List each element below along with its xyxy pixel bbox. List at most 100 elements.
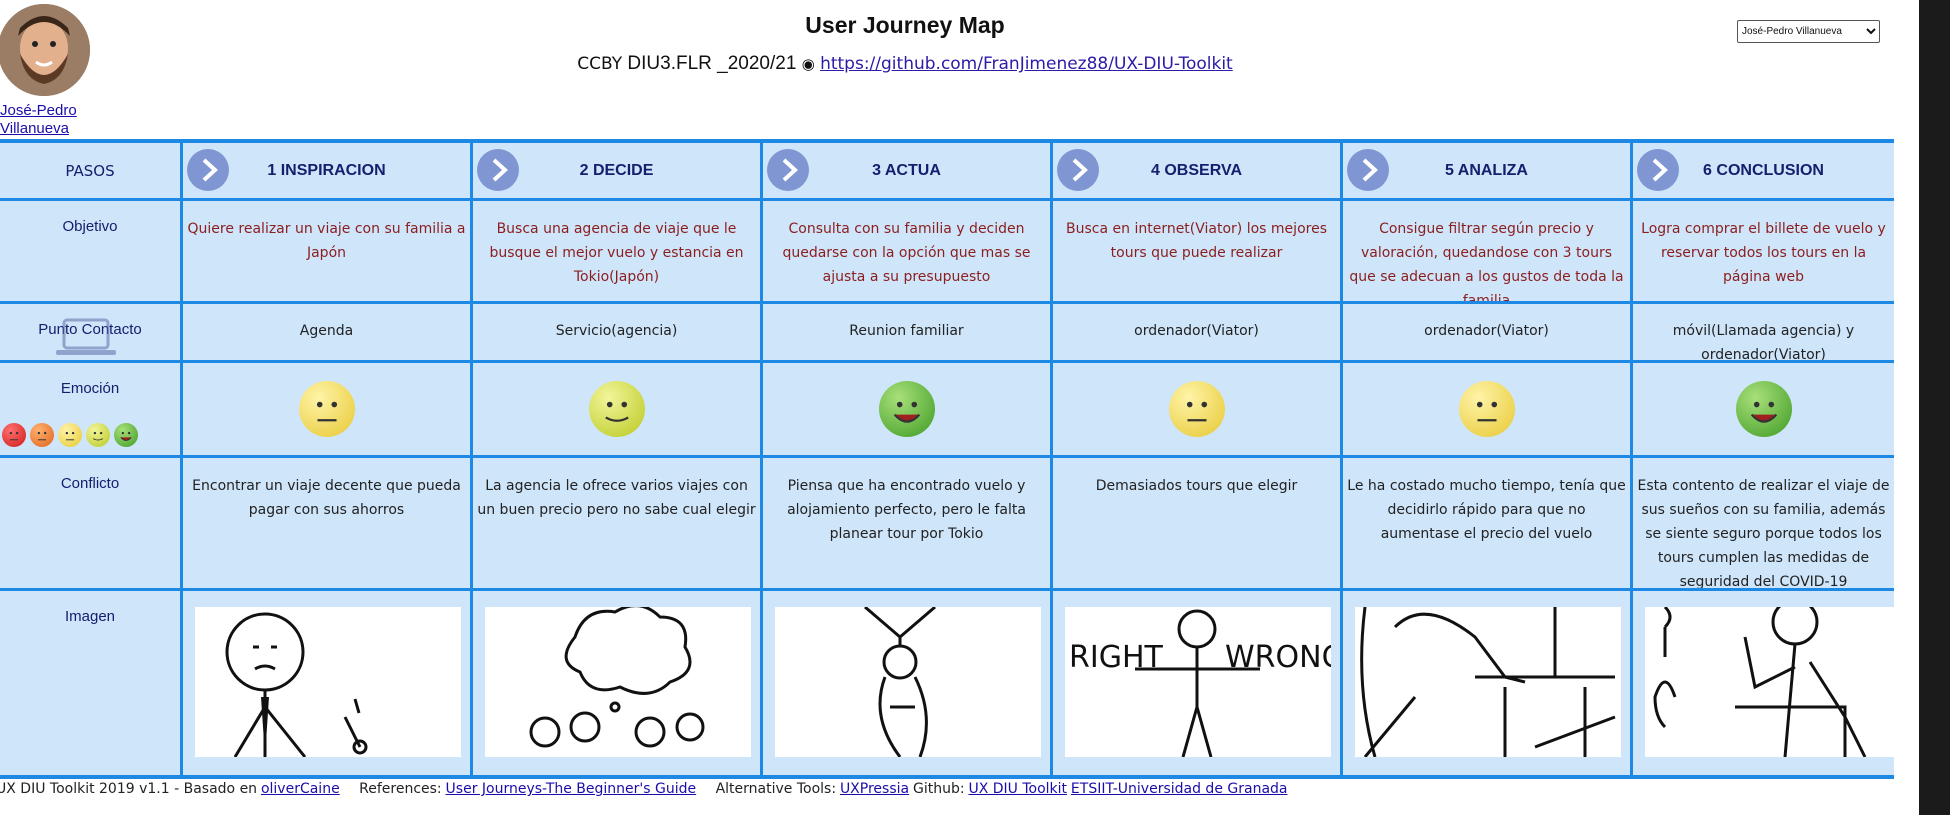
footer-github-label: Github: [912,781,965,797]
grid-cell: ordenador(Viator) [1343,304,1630,360]
step-objective: Busca en internet(Viator) los mejores to… [1066,221,1327,261]
page-subtitle: CCBY DIU3.FLR _2020/21 ◉ https://github.… [0,53,1810,75]
grid-cell [1633,591,1894,775]
row-label-text: Emoción [60,380,120,397]
grid-cell [1633,363,1894,455]
chevron-right-icon[interactable] [1637,149,1679,191]
page-title: User Journey Map [805,12,1005,38]
emotion-happy-icon [1735,381,1792,437]
scrollbar[interactable] [1919,0,1950,815]
step-header-5[interactable]: 5 ANALIZA [1343,143,1630,198]
grid-cell: Busca una agencia de viaje que le busque… [473,201,760,301]
user-profile-link[interactable]: José-Pedro Villanueva [0,102,80,138]
grid-cell: Consigue filtrar según precio y valoraci… [1343,201,1630,301]
step-conflict: Demasiados tours que elegir [1095,478,1298,494]
step-conflict: Esta contento de realizar el viaje de su… [1637,478,1890,588]
emotion-neutral-icon [1168,381,1225,437]
course-label: DIU3.FLR _2020/21 [627,53,797,74]
step-header-1[interactable]: 1 INSPIRACION [183,143,470,198]
grid-cell [183,591,470,775]
step-contact: móvil(Llamada agencia) y ordenador(Viato… [1672,323,1855,360]
step-contact: Reunion familiar [849,323,964,339]
step-header-3[interactable]: 3 ACTUA [763,143,1050,198]
step-contact: Servicio(agencia) [555,323,678,339]
step-illustration-right-wrong-figure: RIGHTWRONG [1065,607,1340,758]
row-label-text: Conflicto [60,475,120,492]
row-label-imagen: Imagen [0,591,180,775]
emotion-scale-angry-icon [2,423,26,447]
step-conflict: Piensa que ha encontrado vuelo y alojami… [787,478,1026,542]
step-header-4[interactable]: 4 OBSERVA [1053,143,1340,198]
grid-cell: Servicio(agencia) [473,304,760,360]
footer-credit: UX DIU Toolkit 2019 v1.1 - Basado en [0,781,258,797]
row-label-pasos: PASOS [0,143,180,198]
step-header-2[interactable]: 2 DECIDE [473,143,760,198]
emotion-scale-happy-icon [114,423,138,447]
emotion-content-icon [588,381,645,437]
grid-cell: Agenda [183,304,470,360]
grid-cell [763,591,1050,775]
footer-link-user-journeys[interactable]: User Journeys-The Beginner's Guide [446,781,697,797]
grid-cell [473,363,760,455]
chevron-right-icon[interactable] [477,149,519,191]
step-illustration-hanging-figure [775,605,1041,758]
grid-cell [1343,363,1630,455]
footer: UX DIU Toolkit 2019 v1.1 - Basado en oli… [0,780,1890,802]
row-label-objetivo: Objetivo [0,201,180,301]
grid-cell [763,363,1050,455]
emotion-neutral-icon [298,381,355,437]
row-label-conflicto: Conflicto [0,458,180,588]
grid-cell: Encontrar un viaje decente que pueda pag… [183,458,470,588]
grid-cell: Busca en internet(Viator) los mejores to… [1053,201,1340,301]
emotion-scale-neutral-icon [58,423,82,447]
grid-cell: Quiere realizar un viaje con su familia … [183,201,470,301]
step-objective: Consigue filtrar según precio y valoraci… [1349,221,1624,301]
emotion-scale-sad-icon [30,423,54,447]
row-label-text: Objetivo [62,218,118,235]
footer-link-etsiit[interactable]: ETSIIT-Universidad de Granada [1071,781,1288,797]
step-conflict: Le ha costado mucho tiempo, tenía que de… [1347,478,1626,542]
chevron-right-icon[interactable] [767,149,809,191]
chevron-right-icon[interactable] [187,149,229,191]
row-label-text: Imagen [64,608,116,625]
grid-cell: Esta contento de realizar el viaje de su… [1633,458,1894,588]
footer-link-olivercaine[interactable]: oliverCaine [261,781,340,797]
step-contact: ordenador(Viator) [1134,323,1259,339]
footer-link-toolkit[interactable]: UX DIU Toolkit [968,781,1067,797]
grid-cell [473,591,760,775]
grid-cell [1053,363,1340,455]
grid-cell [183,363,470,455]
grid-cell: RIGHTWRONG [1053,591,1340,775]
user-select[interactable]: José-Pedro Villanueva [1737,20,1880,43]
grid-cell: La agencia le ofrece varios viajes con u… [473,458,760,588]
grid-cell: móvil(Llamada agencia) y ordenador(Viato… [1633,304,1894,360]
chevron-right-icon[interactable] [1347,149,1389,191]
step-illustration-family-thought-bubble [485,604,751,757]
step-header-6[interactable]: 6 CONCLUSION [1633,143,1894,198]
emotion-neutral-icon [1458,381,1515,437]
footer-link-uxpressia[interactable]: UXPressia [840,781,909,797]
grid-cell [1343,591,1630,775]
step-objective: Quiere realizar un viaje con su familia … [187,221,466,261]
github-link[interactable]: https://github.com/FranJimenez88/UX-DIU-… [820,54,1233,74]
laptop-icon [54,318,118,358]
emotion-happy-icon [878,381,935,437]
row-label-contacto: Punto Contacto [0,304,180,360]
grid-cell: ordenador(Viator) [1053,304,1340,360]
step-contact: ordenador(Viator) [1424,323,1549,339]
step-contact: Agenda [299,323,354,339]
grid-cell: Le ha costado mucho tiempo, tenía que de… [1343,458,1630,588]
step-illustration-desk-figure [1355,606,1621,758]
github-icon: ◉ [801,56,815,73]
journey-grid: PASOS 1 INSPIRACION 2 DECIDE 3 ACTUA 4 OBSER… [0,139,1894,779]
row-label-emocion: Emoción [0,363,180,455]
footer-alt-label: Alternative Tools: [715,781,837,797]
grid-cell: Logra comprar el billete de vuelo y rese… [1633,201,1894,301]
chevron-right-icon[interactable] [1057,149,1099,191]
footer-references-label: References: [359,781,442,797]
step-conflict: Encontrar un viaje decente que pueda pag… [192,478,461,518]
step-illustration-toast-figure [1645,598,1894,758]
grid-cell: Piensa que ha encontrado vuelo y alojami… [763,458,1050,588]
license-label: CCBY [577,54,623,74]
grid-cell: Reunion familiar [763,304,1050,360]
